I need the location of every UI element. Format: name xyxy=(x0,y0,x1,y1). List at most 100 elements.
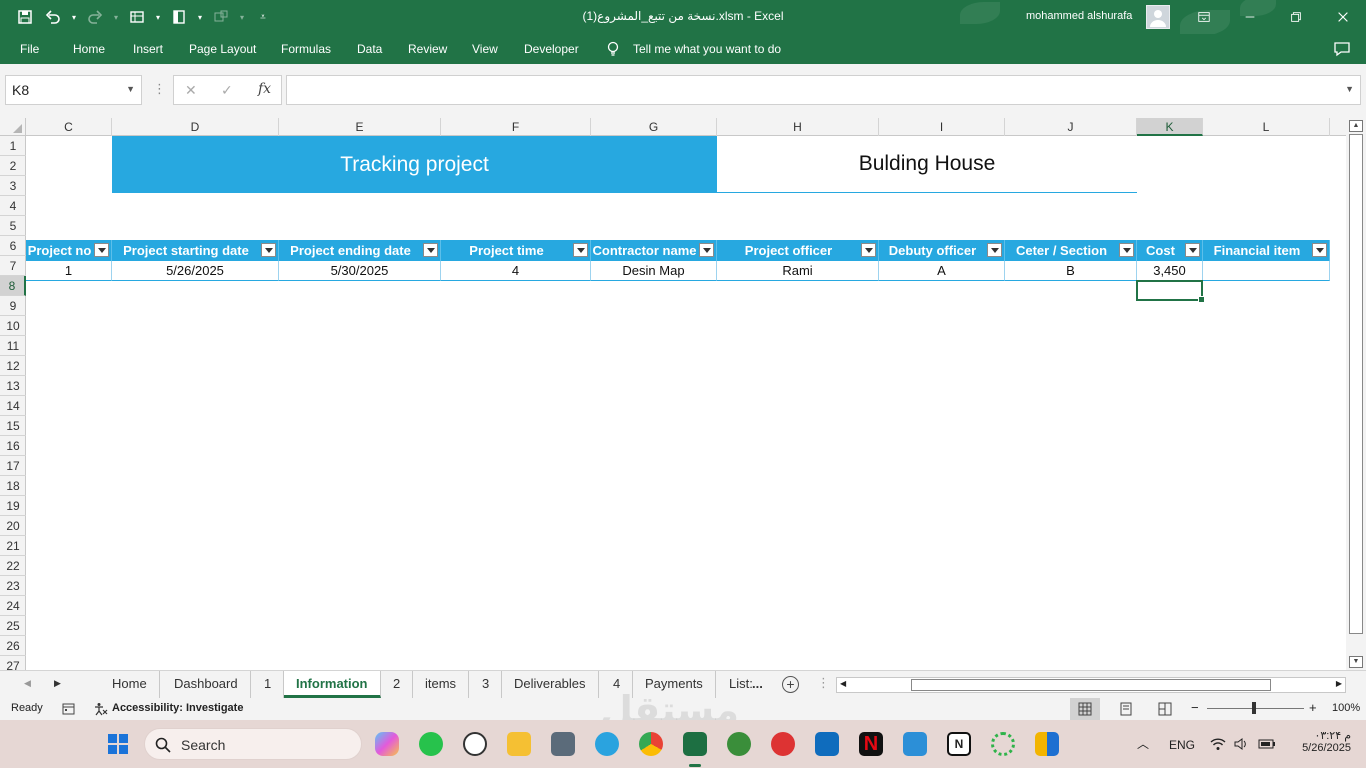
restore-icon[interactable] xyxy=(1285,6,1307,28)
title-band[interactable]: Tracking project xyxy=(112,136,717,193)
sheet-tab-dashboard[interactable]: Dashboard xyxy=(162,671,251,698)
table-header-start-date[interactable]: Project starting date xyxy=(112,240,279,261)
column-header-i[interactable]: I xyxy=(879,118,1005,136)
excel-icon[interactable] xyxy=(683,732,707,756)
table-header-section[interactable]: Ceter / Section xyxy=(1005,240,1137,261)
clock-icon[interactable] xyxy=(463,732,487,756)
column-header-e[interactable]: E xyxy=(279,118,441,136)
filter-dropdown-icon[interactable] xyxy=(861,243,876,257)
tab-data[interactable]: Data xyxy=(357,42,382,56)
expand-formula-icon[interactable]: ▼ xyxy=(1345,84,1354,94)
whatsapp-icon[interactable] xyxy=(419,732,443,756)
horizontal-scrollbar[interactable]: ◀ ▶ xyxy=(836,677,1346,693)
table-cell[interactable]: 4 xyxy=(441,261,591,281)
enter-icon[interactable]: ✓ xyxy=(221,82,233,99)
ribbon-display-icon[interactable] xyxy=(1193,6,1215,28)
copilot-icon[interactable] xyxy=(375,732,399,756)
row-header[interactable]: 7 xyxy=(0,256,26,276)
row-header[interactable]: 6 xyxy=(0,236,26,256)
table-cell[interactable] xyxy=(1203,261,1330,281)
filter-dropdown-icon[interactable] xyxy=(1119,243,1134,257)
scroll-thumb[interactable] xyxy=(1349,134,1363,634)
battery-icon[interactable] xyxy=(1258,737,1276,751)
tab-review[interactable]: Review xyxy=(408,42,447,56)
filter-dropdown-icon[interactable] xyxy=(1185,243,1200,257)
column-header-g[interactable]: G xyxy=(591,118,717,136)
chevron-down-icon[interactable]: ▼ xyxy=(126,84,135,94)
cancel-icon[interactable]: ✕ xyxy=(185,82,197,99)
row-header[interactable]: 4 xyxy=(0,196,26,216)
normal-view-button[interactable] xyxy=(1070,698,1100,720)
zoom-level[interactable]: 100% xyxy=(1332,702,1360,714)
formula-input[interactable]: ▼ xyxy=(286,75,1361,105)
powerbi-icon[interactable] xyxy=(1035,732,1059,756)
column-header-f[interactable]: F xyxy=(441,118,591,136)
select-all-button[interactable] xyxy=(0,118,26,136)
comment-icon[interactable] xyxy=(1333,41,1351,57)
row-header[interactable]: 17 xyxy=(0,456,26,476)
tab-page-layout[interactable]: Page Layout xyxy=(189,42,256,56)
zoom-in-icon[interactable]: + xyxy=(1309,700,1317,715)
row-header[interactable]: 20 xyxy=(0,516,26,536)
prev-sheet-icon[interactable]: ◀ xyxy=(24,678,31,689)
windows-start-icon[interactable] xyxy=(107,733,129,755)
app-icon[interactable] xyxy=(991,732,1015,756)
sheet-tab-3[interactable]: 3 xyxy=(470,671,503,698)
close-icon[interactable] xyxy=(1332,6,1354,28)
filter-dropdown-icon[interactable] xyxy=(573,243,588,257)
page-break-icon[interactable] xyxy=(1158,702,1172,716)
row-header[interactable]: 15 xyxy=(0,416,26,436)
table-cell[interactable]: 3,450 xyxy=(1137,261,1203,281)
zoom-slider-thumb[interactable] xyxy=(1252,702,1256,714)
scroll-right-icon[interactable]: ▶ xyxy=(1336,679,1342,688)
row-header[interactable]: 2 xyxy=(0,156,26,176)
add-sheet-icon[interactable]: + xyxy=(782,676,799,693)
more-sheets-icon[interactable]: ... xyxy=(748,671,767,698)
file-explorer-icon[interactable] xyxy=(507,732,531,756)
table-cell[interactable]: Rami xyxy=(717,261,879,281)
vertical-scrollbar[interactable]: ▲ ▼ xyxy=(1346,118,1366,670)
filter-dropdown-icon[interactable] xyxy=(987,243,1002,257)
table-cell[interactable]: 5/30/2025 xyxy=(279,261,441,281)
name-box[interactable]: K8 ▼ xyxy=(5,75,142,105)
column-header-h[interactable]: H xyxy=(717,118,879,136)
scroll-thumb[interactable] xyxy=(911,679,1271,691)
row-header[interactable]: 14 xyxy=(0,396,26,416)
worksheet-grid[interactable]: C D E F G H I J K L 1 2 3 4 5 6 7 8 9 10… xyxy=(0,118,1346,670)
accessibility-status[interactable]: Accessibility: Investigate xyxy=(112,702,243,714)
zoom-out-icon[interactable]: − xyxy=(1191,700,1199,715)
table-header-project-no[interactable]: Project no xyxy=(26,240,112,261)
table-cell[interactable]: 1 xyxy=(26,261,112,281)
tab-home[interactable]: Home xyxy=(73,42,105,56)
row-header[interactable]: 1 xyxy=(0,136,26,156)
row-header[interactable]: 25 xyxy=(0,616,26,636)
table-cell[interactable]: Desin Map xyxy=(591,261,717,281)
calculator-icon[interactable] xyxy=(551,732,575,756)
row-header[interactable]: 11 xyxy=(0,336,26,356)
row-header[interactable]: 12 xyxy=(0,356,26,376)
subtitle-band[interactable]: Bulding House xyxy=(717,136,1137,193)
outlook-icon[interactable] xyxy=(815,732,839,756)
row-header[interactable]: 10 xyxy=(0,316,26,336)
sheet-tab-items[interactable]: items xyxy=(413,671,470,698)
table-cell[interactable]: B xyxy=(1005,261,1137,281)
chevron-up-icon[interactable]: ︿ xyxy=(1137,735,1149,752)
active-cell[interactable] xyxy=(1136,280,1205,303)
row-header[interactable]: 23 xyxy=(0,576,26,596)
accessibility-icon[interactable] xyxy=(93,702,109,716)
row-header[interactable]: 3 xyxy=(0,176,26,196)
language-indicator[interactable]: ENG xyxy=(1169,738,1195,752)
table-header-contractor[interactable]: Contractor name xyxy=(591,240,717,261)
table-header-cost[interactable]: Cost xyxy=(1137,240,1203,261)
netflix-icon[interactable]: N xyxy=(859,732,883,756)
filter-dropdown-icon[interactable] xyxy=(1312,243,1327,257)
row-header[interactable]: 19 xyxy=(0,496,26,516)
filter-dropdown-icon[interactable] xyxy=(699,243,714,257)
column-header-d[interactable]: D xyxy=(112,118,279,136)
table-header-project-time[interactable]: Project time xyxy=(441,240,591,261)
filter-dropdown-icon[interactable] xyxy=(94,243,109,257)
row-header[interactable]: 21 xyxy=(0,536,26,556)
table-header-deputy[interactable]: Debuty officer xyxy=(879,240,1005,261)
user-name[interactable]: mohammed alshurafa xyxy=(1026,10,1132,22)
tray-clock[interactable]: ۰۳:۲۴ م 5/26/2025 xyxy=(1291,729,1351,754)
